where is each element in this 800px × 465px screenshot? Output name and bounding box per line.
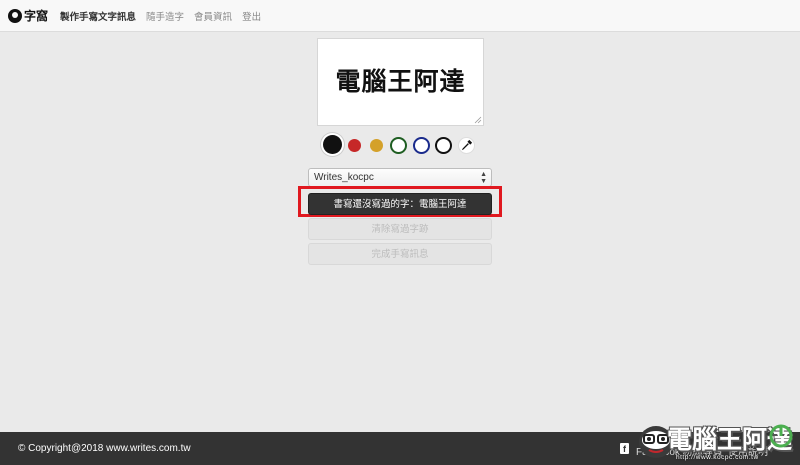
copyright-text: © Copyright@2018 www.writes.com.tw [18, 443, 191, 454]
resize-grip-icon[interactable] [474, 116, 482, 124]
canvas-text: 電腦王阿達 [335, 67, 466, 96]
power-icon [769, 424, 793, 448]
clear-strokes-button[interactable]: 清除寫過字跡 [308, 218, 492, 240]
handwriting-canvas[interactable]: 電腦王阿達 [317, 38, 484, 126]
finish-message-button[interactable]: 完成手寫訊息 [308, 243, 492, 265]
nav-link-create-message[interactable]: 製作手寫文字訊息 [60, 9, 136, 23]
writer-select-value: Writes_kocpc [314, 172, 374, 183]
color-swatch-gold[interactable] [370, 139, 383, 152]
watermark: 電腦王阿達 http://www.kocpc.com.tw [636, 408, 800, 465]
nav-link-member-info[interactable]: 會員資訊 [194, 9, 232, 23]
brand-name: 字窩 [24, 9, 49, 23]
color-swatch-black-outline[interactable] [435, 137, 452, 154]
select-arrows-icon: ▲ ▼ [480, 171, 487, 185]
watermark-url: http://www.kocpc.com.tw [676, 454, 759, 461]
color-swatch-blue[interactable] [413, 137, 430, 154]
write-unwritten-chars-button[interactable]: 書寫還沒寫過的字：電腦王阿達 [308, 193, 492, 215]
brand-logo-icon [8, 8, 22, 23]
writer-select[interactable]: Writes_kocpc ▲ ▼ [308, 168, 492, 187]
nav-link-logout[interactable]: 登出 [242, 9, 261, 23]
color-swatch-red[interactable] [348, 139, 361, 152]
color-palette [320, 134, 480, 158]
facebook-icon[interactable]: f [620, 443, 629, 454]
color-swatch-green[interactable] [390, 137, 407, 154]
eyedropper-icon[interactable] [458, 137, 475, 154]
top-navbar: 字窩 製作手寫文字訊息 隨手造字 會員資訊 登出 [0, 0, 800, 32]
brand-logo[interactable]: 字窩 [8, 7, 48, 24]
nav-link-freehand[interactable]: 隨手造字 [146, 9, 184, 23]
color-swatch-black[interactable] [323, 135, 342, 154]
